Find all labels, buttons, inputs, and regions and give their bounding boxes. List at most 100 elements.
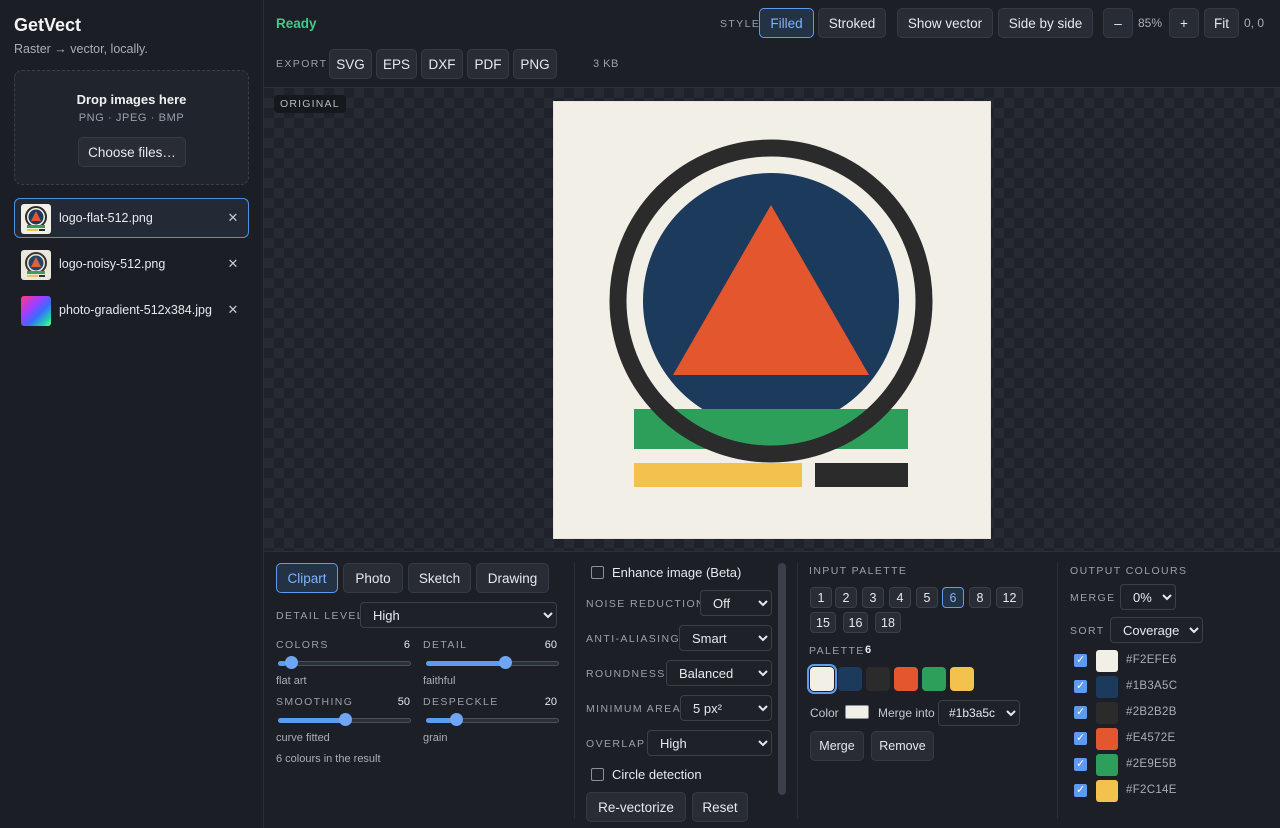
slider-thumb[interactable] [450,713,464,726]
detail-slider[interactable] [426,656,559,669]
palette-count-button[interactable]: 12 [996,587,1023,608]
palette-swatch[interactable] [894,667,918,691]
export-pdf-button[interactable]: PDF [467,49,509,79]
remove-file-icon[interactable]: ✕ [226,302,240,318]
app-title: GetVect [14,15,82,35]
slider-thumb[interactable] [498,656,512,669]
palette-swatch[interactable] [838,667,862,691]
colors-label: COLORS [276,639,329,651]
export-svg-button[interactable]: SVG [329,49,372,79]
slider-thumb[interactable] [338,713,352,726]
palette-count-button[interactable]: 4 [889,587,911,608]
palette-swatch[interactable] [950,667,974,691]
anti-aliasing-select[interactable]: Smart [679,625,772,651]
output-colour-checkbox[interactable] [1074,705,1087,719]
despeckle-slider[interactable] [426,713,559,726]
palette-swatch[interactable] [807,664,837,694]
overlap-label: OVERLAP [586,738,646,750]
zoom-out-button[interactable]: – [1103,8,1133,38]
export-label: EXPORT [276,58,328,70]
preset-clipart-tab[interactable]: Clipart [276,563,338,593]
detail-value: 60 [544,639,557,651]
output-colour-checkbox[interactable] [1074,731,1087,745]
show-vector-button[interactable]: Show vector [897,8,993,38]
output-colour-checkbox[interactable] [1074,679,1087,693]
export-png-button[interactable]: PNG [513,49,557,79]
roundness-select[interactable]: Balanced [666,660,772,686]
detail-label: DETAIL [423,639,468,651]
output-colour-swatch [1096,728,1118,750]
style-stroked-button[interactable]: Stroked [818,8,886,38]
color-picker[interactable] [845,705,869,719]
output-colour-checkbox[interactable] [1074,757,1087,771]
preset-photo-tab[interactable]: Photo [343,563,403,593]
result-note: 6 colours in the result [276,753,381,765]
merge-label: MERGE [1070,592,1116,604]
sort-select[interactable]: Coverage [1110,617,1203,643]
remove-color-button[interactable]: Remove [871,731,934,761]
input-palette-label: INPUT PALETTE [809,565,908,577]
output-colour-checkbox[interactable] [1074,653,1087,667]
output-colour-checkbox[interactable] [1074,783,1087,797]
panel-divider [574,563,575,819]
file-item[interactable]: photo-gradient-512x384.jpg ✕ [14,290,249,330]
fit-button[interactable]: Fit [1204,8,1239,38]
preview-canvas[interactable]: ORIGINAL [264,87,1280,552]
enhance-checkbox[interactable] [591,566,604,579]
output-colour-swatch [1096,676,1118,698]
detail-level-select[interactable]: High [360,602,557,628]
style-filled-button[interactable]: Filled [759,8,814,38]
colors-value: 6 [403,639,410,651]
palette-count-button[interactable]: 18 [875,612,901,633]
file-item[interactable]: logo-noisy-512.png ✕ [14,244,249,284]
file-item[interactable]: logo-flat-512.png ✕ [14,198,249,238]
merge-button[interactable]: Merge [810,731,864,761]
smoothing-label: SMOOTHING [276,696,354,708]
choose-files-button[interactable]: Choose files… [78,137,186,167]
remove-file-icon[interactable]: ✕ [226,256,240,272]
color-label: Color [810,706,839,720]
advanced-scrollbar[interactable] [778,563,786,795]
merge-into-label: Merge into [878,706,935,720]
export-eps-button[interactable]: EPS [376,49,417,79]
reset-button[interactable]: Reset [692,792,748,822]
export-dxf-button[interactable]: DXF [421,49,463,79]
palette-count-button[interactable]: 1 [810,587,832,608]
smoothing-slider[interactable] [278,713,411,726]
noise-reduction-select[interactable]: Off [700,590,772,616]
palette-swatch[interactable] [922,667,946,691]
colors-slider[interactable] [278,656,411,669]
palette-count-button[interactable]: 5 [916,587,938,608]
output-colour-swatch [1096,702,1118,724]
palette-count-button[interactable]: 2 [835,587,857,608]
minimum-area-select[interactable]: 5 px² [680,695,772,721]
gradient-thumbnail [21,296,51,326]
side-by-side-button[interactable]: Side by side [998,8,1093,38]
panel-divider [797,563,798,819]
smoothing-hint: curve fitted [276,732,330,744]
sort-label: SORT [1070,625,1105,637]
status-text: Ready [276,16,317,31]
revectorize-button[interactable]: Re-vectorize [586,792,686,822]
palette-count-button[interactable]: 16 [843,612,868,633]
palette-count-button[interactable]: 6 [942,587,964,608]
remove-file-icon[interactable]: ✕ [226,210,240,226]
drop-zone-title: Drop images here [76,92,187,107]
drop-zone[interactable]: Drop images here PNG · JPEG · BMP Choose… [14,70,249,185]
preset-sketch-tab[interactable]: Sketch [408,563,471,593]
file-name: logo-noisy-512.png [59,257,166,271]
output-colour-hex: #2B2B2B [1126,706,1177,718]
panel-divider [1057,563,1058,819]
palette-count-button[interactable]: 15 [810,612,836,633]
overlap-select[interactable]: High [647,730,772,756]
circle-detection-checkbox[interactable] [591,768,604,781]
slider-thumb[interactable] [285,656,299,669]
merge-into-select[interactable]: #1b3a5c [938,700,1020,726]
merge-percent-select[interactable]: 0% [1120,584,1176,610]
zoom-in-button[interactable]: + [1169,8,1199,38]
palette-count-button[interactable]: 3 [862,587,884,608]
palette-count-button[interactable]: 8 [969,587,991,608]
circle-detection-label: Circle detection [612,767,702,782]
preset-drawing-tab[interactable]: Drawing [476,563,549,593]
palette-swatch[interactable] [866,667,890,691]
